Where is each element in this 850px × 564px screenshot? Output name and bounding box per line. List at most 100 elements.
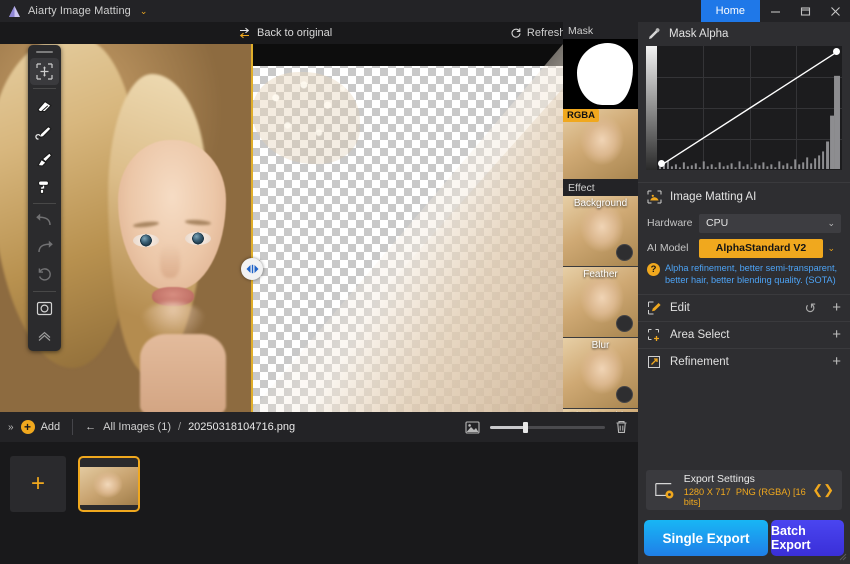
effect-label: Black & White bbox=[563, 411, 638, 412]
rgba-thumbnail[interactable]: RGBA bbox=[563, 109, 638, 179]
export-settings[interactable]: Export Settings 1280 X 717 PNG (RGBA) [1… bbox=[646, 470, 842, 510]
portrait-image-cutout bbox=[252, 44, 563, 412]
curve-point-white[interactable] bbox=[833, 48, 840, 55]
filmstrip-thumbnail[interactable] bbox=[78, 456, 140, 512]
batch-export-button[interactable]: Batch Export bbox=[771, 520, 844, 556]
undo-icon[interactable]: ↺ bbox=[805, 301, 817, 315]
effect-toggle[interactable] bbox=[616, 315, 633, 332]
eraser-icon bbox=[37, 100, 52, 113]
paint-roller-icon bbox=[37, 180, 50, 194]
effect-item-black-and-white[interactable]: Black & White bbox=[563, 409, 638, 412]
swap-arrows-icon bbox=[239, 27, 250, 39]
pupil-right bbox=[193, 233, 203, 243]
effect-item-background[interactable]: Background bbox=[563, 196, 638, 266]
export-settings-icon bbox=[655, 483, 674, 499]
section-label: Edit bbox=[670, 301, 690, 314]
curve-plot-area[interactable] bbox=[657, 46, 842, 170]
back-arrow-icon[interactable]: ← bbox=[85, 421, 96, 433]
window-controls: Home bbox=[700, 0, 850, 22]
effect-toggle[interactable] bbox=[616, 386, 633, 403]
undo-tool[interactable] bbox=[30, 207, 59, 234]
refinement-icon bbox=[648, 355, 660, 368]
expand-icon[interactable]: + bbox=[832, 327, 841, 342]
maximize-icon[interactable] bbox=[790, 0, 820, 22]
effect-item-feather[interactable]: Feather bbox=[563, 267, 638, 337]
canvas-matted-half bbox=[252, 44, 563, 412]
breadcrumb-separator: / bbox=[178, 421, 182, 433]
toolbar-drag-handle[interactable] bbox=[36, 51, 53, 53]
add-image-card[interactable]: + bbox=[10, 456, 66, 512]
image-matting-title: Image Matting AI bbox=[670, 190, 757, 203]
brush-tool[interactable] bbox=[30, 146, 59, 173]
export-buttons: Single Export Batch Export bbox=[638, 520, 850, 564]
transform-tool[interactable] bbox=[30, 58, 59, 85]
image-size-icon bbox=[465, 420, 480, 434]
compare-tool[interactable] bbox=[30, 295, 59, 322]
mask-alpha-title: Mask Alpha bbox=[669, 28, 729, 40]
nose bbox=[160, 244, 180, 278]
split-view-handle[interactable] bbox=[241, 258, 263, 280]
expand-icon[interactable]: + bbox=[832, 354, 841, 369]
collapse-filmstrip-icon[interactable]: » bbox=[0, 422, 21, 433]
hardware-value: CPU bbox=[706, 217, 729, 229]
redo-tool[interactable] bbox=[30, 234, 59, 261]
mask-effect-strip[interactable]: Mask RGBA Effect Background Feather Blur bbox=[563, 22, 638, 412]
refresh-button[interactable]: Refresh bbox=[510, 27, 566, 39]
expand-icon[interactable]: + bbox=[832, 300, 841, 315]
section-area-select[interactable]: Area Select + bbox=[638, 320, 850, 348]
effect-header: Effect bbox=[563, 179, 638, 196]
lace-headpiece bbox=[252, 72, 360, 164]
collapse-toolbar[interactable] bbox=[30, 322, 59, 349]
filmstrip: + bbox=[0, 442, 638, 564]
trash-icon[interactable] bbox=[615, 420, 628, 434]
hardware-label: Hardware bbox=[647, 217, 693, 229]
export-settings-title: Export Settings bbox=[683, 473, 755, 485]
roller-tool[interactable] bbox=[30, 173, 59, 200]
breadcrumb: ← All Images (1) / 20250318104716.png bbox=[85, 421, 295, 433]
toolbar-divider bbox=[33, 291, 56, 292]
transform-icon bbox=[36, 63, 53, 80]
minimize-icon[interactable] bbox=[760, 0, 790, 22]
editing-toolbar bbox=[28, 45, 61, 351]
chevron-up-icon[interactable]: ❮❯ bbox=[812, 482, 834, 498]
curve-point-black[interactable] bbox=[658, 160, 665, 167]
canvas-toolbar: Back to original Refresh 65% ⌄ bbox=[0, 22, 638, 44]
edit-icon bbox=[648, 301, 661, 315]
effect-label: Background bbox=[573, 198, 628, 209]
refresh-label: Refresh bbox=[526, 27, 566, 39]
help-icon[interactable]: ? bbox=[647, 263, 660, 276]
mask-alpha-curve[interactable] bbox=[646, 46, 842, 170]
ai-model-select[interactable]: AlphaStandard V2 ⌄ bbox=[699, 238, 841, 258]
mask-thumbnail[interactable] bbox=[563, 39, 638, 109]
hardware-select[interactable]: CPU ⌄ bbox=[699, 213, 841, 233]
compare-icon bbox=[36, 301, 53, 316]
export-settings-details: 1280 X 717 PNG (RGBA) [16 bits] bbox=[684, 487, 813, 507]
effect-item-blur[interactable]: Blur bbox=[563, 338, 638, 408]
back-to-original-label: Back to original bbox=[257, 27, 333, 39]
right-panel: Mask Alpha Image Matting AI Hardware CPU… bbox=[638, 22, 850, 564]
chevron-down-icon[interactable]: ⌄ bbox=[140, 6, 148, 16]
section-refinement[interactable]: Refinement + bbox=[638, 347, 850, 375]
image-canvas[interactable] bbox=[0, 44, 563, 412]
pencil-tool[interactable] bbox=[30, 119, 59, 146]
thumbnail-size-slider[interactable] bbox=[490, 421, 605, 433]
split-divider-line bbox=[251, 44, 253, 412]
section-edit[interactable]: Edit ↺ + bbox=[638, 293, 850, 321]
slider-knob[interactable] bbox=[523, 421, 528, 433]
refresh-icon bbox=[511, 28, 521, 38]
reset-icon bbox=[38, 267, 51, 281]
window-resize-grip[interactable] bbox=[837, 551, 847, 561]
section-label: Refinement bbox=[670, 355, 729, 368]
export-settings-text: Export Settings 1280 X 717 PNG (RGBA) [1… bbox=[684, 473, 813, 507]
add-images-button[interactable]: + Add bbox=[20, 420, 60, 434]
eraser-tool[interactable] bbox=[30, 92, 59, 119]
back-to-original-button[interactable]: Back to original bbox=[238, 27, 332, 39]
effect-toggle[interactable] bbox=[616, 244, 633, 261]
effect-label: Feather bbox=[583, 269, 618, 280]
reset-tool[interactable] bbox=[30, 261, 59, 288]
breadcrumb-all-images[interactable]: All Images (1) bbox=[103, 421, 171, 433]
single-export-button[interactable]: Single Export bbox=[644, 520, 768, 556]
app-title: Aiarty Image Matting bbox=[28, 5, 131, 17]
home-button[interactable]: Home bbox=[700, 0, 760, 22]
close-icon[interactable] bbox=[820, 0, 850, 22]
